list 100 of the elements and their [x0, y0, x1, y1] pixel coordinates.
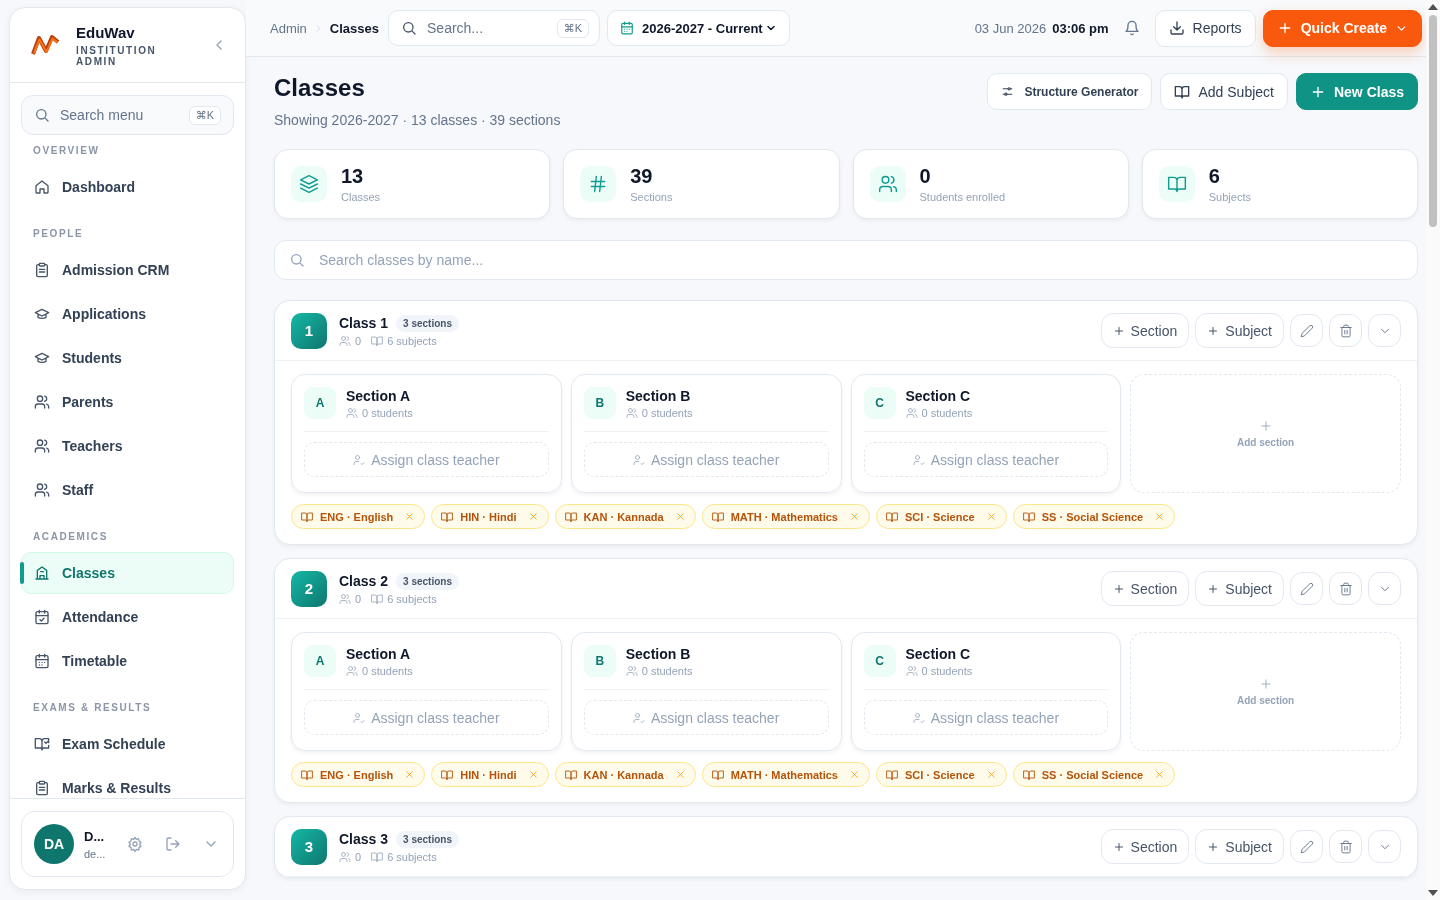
- users-icon: [877, 174, 898, 194]
- subject-tag: MATH · Mathematics: [701, 504, 870, 529]
- add-button[interactable]: Subject: [1195, 313, 1284, 348]
- search-input[interactable]: Search classes by name...: [317, 251, 1403, 269]
- search-input[interactable]: Search...: [425, 19, 549, 37]
- subject-tag: SCI · Science: [876, 762, 1007, 787]
- edit-icon: [1299, 581, 1314, 596]
- time-text: 03:06 pm: [1052, 20, 1109, 36]
- stat-label: Classes: [341, 191, 381, 203]
- nav-item[interactable]: Applications: [21, 293, 234, 335]
- book-icon: [301, 510, 313, 523]
- search-icon: [34, 107, 50, 123]
- expand-button[interactable]: [1368, 572, 1401, 605]
- structure-generator-button[interactable]: Structure Generator: [987, 73, 1153, 110]
- nav-item[interactable]: Attendance: [21, 596, 234, 638]
- section-name: Section C: [905, 645, 972, 662]
- new-class-button[interactable]: New Class: [1295, 73, 1418, 110]
- plus-icon: [1258, 419, 1273, 433]
- add-subject-button[interactable]: Add Subject: [1160, 73, 1288, 110]
- close-icon: [527, 511, 539, 522]
- delete-button[interactable]: [1329, 572, 1362, 605]
- book-icon: [441, 768, 454, 781]
- search-field[interactable]: Search... ⌘K: [388, 10, 600, 46]
- class-name: Class 3: [339, 831, 389, 847]
- nav-item[interactable]: Marks & Results: [21, 767, 234, 798]
- breadcrumb-link[interactable]: Classes: [329, 20, 379, 36]
- delete-icon: [1338, 839, 1353, 854]
- breadcrumb-link[interactable]: Admin: [270, 20, 307, 36]
- nav-item[interactable]: Parents: [21, 381, 234, 423]
- delete-button[interactable]: [1329, 314, 1362, 347]
- calendar-icon: [620, 21, 634, 35]
- search-input[interactable]: Search menu: [58, 106, 181, 124]
- close-icon: [674, 511, 686, 522]
- section-label: OVERVIEW: [32, 145, 101, 156]
- class-number-badge: 1: [291, 312, 327, 349]
- class-number-badge: 2: [291, 570, 327, 607]
- edit-button[interactable]: [1290, 314, 1323, 347]
- student-count: 0 students: [921, 406, 973, 419]
- sliders-icon: [1001, 85, 1015, 98]
- nav-item[interactable]: Timetable: [21, 640, 234, 682]
- search-field[interactable]: Search classes by name...: [274, 240, 1418, 280]
- student-count: 0 students: [641, 406, 693, 419]
- book-icon: [1166, 174, 1187, 194]
- student-count: 0: [355, 592, 362, 605]
- book-icon: [371, 334, 384, 347]
- book-icon: [564, 768, 577, 781]
- shortcut-badge: ⌘K: [556, 18, 589, 38]
- nav-item[interactable]: Classes: [21, 552, 234, 594]
- close-icon: [404, 511, 416, 522]
- book-icon: [886, 510, 898, 523]
- close-icon: [985, 769, 997, 780]
- book-icon: [441, 510, 454, 523]
- sections-count: 3 sections: [396, 572, 459, 590]
- shortcut-badge: ⌘K: [188, 105, 221, 125]
- plus-icon: [1112, 582, 1125, 595]
- nav-item[interactable]: Staff: [21, 469, 234, 511]
- close-icon: [849, 511, 860, 522]
- add-button[interactable]: Section: [1100, 829, 1190, 864]
- nav-item[interactable]: Exam Schedule: [21, 723, 234, 765]
- class-name: Class 2: [339, 573, 389, 589]
- student-count: 0 students: [641, 664, 693, 677]
- nav-item[interactable]: Teachers: [21, 425, 234, 467]
- add-button[interactable]: Section: [1100, 571, 1190, 606]
- edit-button[interactable]: [1290, 572, 1323, 605]
- stat-value: 0: [919, 165, 932, 188]
- expand-button[interactable]: [1368, 314, 1401, 347]
- stat-label: Subjects: [1208, 191, 1251, 203]
- student-count: 0: [355, 850, 362, 863]
- nav-item[interactable]: Students: [21, 337, 234, 379]
- reports-button[interactable]: Reports: [1154, 9, 1256, 47]
- delete-button[interactable]: [1329, 830, 1362, 863]
- nav-item[interactable]: Admission CRM: [21, 249, 234, 291]
- book-icon: [1022, 768, 1035, 781]
- bell-icon: [1123, 20, 1140, 36]
- user-check-icon: [353, 453, 366, 466]
- users-icon: [905, 406, 918, 419]
- subject-tag: SS · Social Science: [1012, 504, 1176, 529]
- student-count: 0: [355, 334, 362, 347]
- stat-value: 6: [1208, 165, 1221, 188]
- search-field[interactable]: Search menu ⌘K: [21, 95, 234, 135]
- add-button[interactable]: Section: [1100, 313, 1190, 348]
- year-select[interactable]: 2026-2027 - Current: [607, 10, 790, 46]
- expand-button[interactable]: [1368, 830, 1401, 863]
- users-icon: [625, 406, 638, 419]
- user-check-icon: [353, 711, 366, 724]
- subject-tag: HIN · Hindi: [431, 504, 549, 529]
- layers-icon: [299, 174, 319, 194]
- plus-icon: [1258, 677, 1273, 691]
- subject-tag: HIN · Hindi: [431, 762, 549, 787]
- date-text: 03 Jun 2026: [974, 20, 1047, 36]
- add-button[interactable]: Subject: [1195, 829, 1284, 864]
- page-title: Classes: [274, 74, 366, 102]
- nav-item[interactable]: Dashboard: [21, 166, 234, 208]
- section-label: ACADEMICS: [32, 531, 109, 542]
- close-icon: [1154, 769, 1166, 780]
- users-icon: [905, 664, 918, 677]
- book-check-icon: [34, 736, 50, 752]
- add-button[interactable]: Subject: [1195, 571, 1284, 606]
- users-icon: [346, 664, 358, 677]
- edit-button[interactable]: [1290, 830, 1323, 863]
